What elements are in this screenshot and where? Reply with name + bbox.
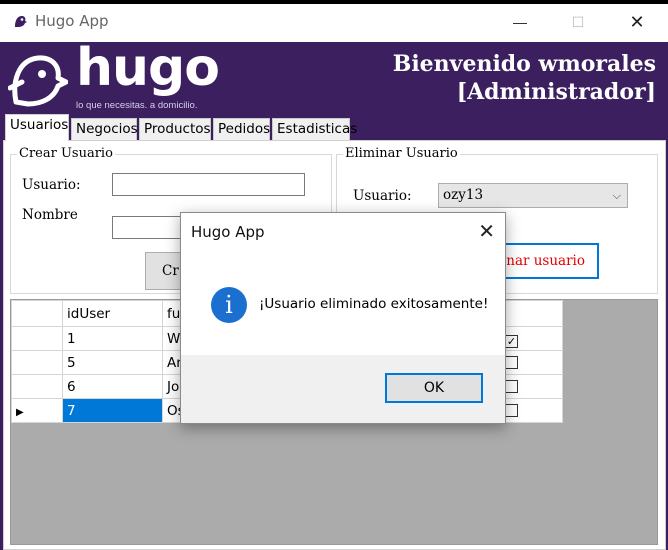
- tab-usuarios[interactable]: Usuarios: [5, 114, 69, 141]
- cell-iduser[interactable]: 6: [62, 374, 163, 399]
- app-header: hugo lo que necesitas. a domicilio. Bien…: [0, 38, 668, 114]
- row-header[interactable]: [11, 374, 63, 399]
- create-username-input[interactable]: [112, 173, 305, 196]
- current-row-arrow-icon: ▶: [16, 406, 24, 418]
- dialog-ok-button[interactable]: OK: [385, 373, 483, 403]
- column-header-iduser[interactable]: idUser: [62, 300, 163, 327]
- type-checkbox[interactable]: [505, 356, 518, 369]
- hugo-logo: hugo lo que necesitas. a domicilio.: [8, 38, 248, 112]
- welcome-line-user: Bienvenido wmorales: [392, 51, 656, 77]
- create-name-label: Nombre: [22, 207, 78, 223]
- window-title: Hugo App: [35, 12, 109, 30]
- delete-username-label: Usuario:: [353, 188, 412, 204]
- row-header-corner: [11, 300, 63, 327]
- maximize-button[interactable]: ☐: [555, 4, 601, 42]
- logo-tagline: lo que necesitas. a domicilio.: [76, 100, 198, 111]
- delete-user-legend: Eliminar Usuario: [343, 146, 460, 161]
- minimize-button[interactable]: —: [497, 4, 543, 42]
- delete-username-select[interactable]: ozy13 ⌵: [438, 183, 628, 208]
- create-username-label: Usuario:: [22, 177, 81, 193]
- type-checkbox[interactable]: ✓: [505, 334, 518, 348]
- info-icon: i: [211, 287, 247, 323]
- window-titlebar: Hugo App — ☐ ✕: [0, 0, 668, 42]
- row-header[interactable]: [11, 326, 63, 351]
- logo-wordmark: hugo: [76, 38, 220, 98]
- cell-iduser-selected[interactable]: 7: [62, 398, 163, 423]
- chevron-down-icon: ⌵: [612, 189, 621, 202]
- row-header-current[interactable]: ▶: [11, 398, 63, 423]
- window-close-button[interactable]: ✕: [614, 4, 660, 42]
- create-user-legend: Crear Usuario: [17, 146, 115, 161]
- message-dialog: Hugo App ✕ i ¡Usuario eliminado exitosam…: [180, 212, 506, 424]
- row-header[interactable]: [11, 350, 63, 375]
- tab-negocios[interactable]: Negocios: [71, 118, 138, 140]
- dialog-message: ¡Usuario eliminado exitosamente!: [259, 296, 489, 312]
- welcome-text: Bienvenido wmorales [Administrador]: [393, 50, 656, 106]
- type-checkbox[interactable]: [505, 380, 518, 393]
- dialog-title: Hugo App: [191, 223, 265, 241]
- tab-pedidos[interactable]: Pedidos: [213, 118, 270, 140]
- tab-estadisticas[interactable]: Estadisticas: [272, 118, 357, 140]
- welcome-line-role: [Administrador]: [456, 79, 656, 105]
- create-user-button[interactable]: Cr: [145, 252, 185, 290]
- cell-iduser[interactable]: 1: [62, 326, 163, 351]
- type-checkbox[interactable]: [505, 404, 518, 417]
- delete-username-value: ozy13: [443, 187, 484, 203]
- cell-iduser[interactable]: 5: [62, 350, 163, 375]
- tab-productos[interactable]: Productos: [139, 118, 211, 140]
- dialog-close-button[interactable]: ✕: [478, 219, 495, 244]
- app-bird-icon: [15, 16, 27, 27]
- hugo-bird-icon: [8, 55, 68, 107]
